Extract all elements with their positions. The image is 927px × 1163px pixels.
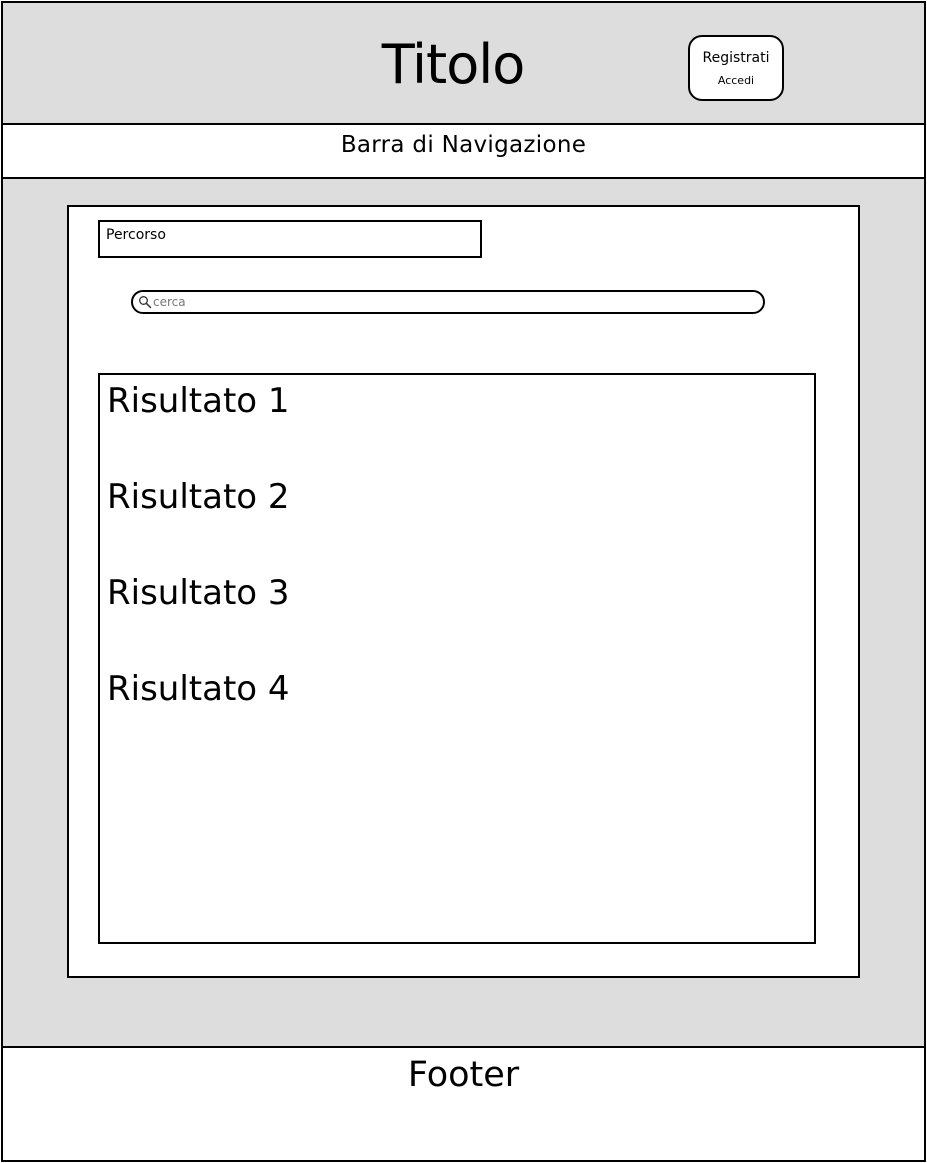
result-item-4[interactable]: Risultato 4 <box>107 669 290 709</box>
result-item-3[interactable]: Risultato 3 <box>107 573 290 613</box>
register-link[interactable]: Registrati <box>690 49 782 67</box>
result-item-2[interactable]: Risultato 2 <box>107 477 290 517</box>
result-item-1[interactable]: Risultato 1 <box>107 381 290 421</box>
search-bar[interactable] <box>131 290 765 314</box>
navigation-bar[interactable]: Barra di Navigazione <box>1 123 926 179</box>
search-input[interactable] <box>153 293 753 311</box>
breadcrumb[interactable]: Percorso <box>98 220 482 258</box>
search-icon <box>139 296 152 309</box>
auth-box: Registrati Accedi <box>688 35 784 101</box>
header: Titolo Registrati Accedi <box>1 1 926 125</box>
breadcrumb-label: Percorso <box>106 227 166 243</box>
footer-label: Footer <box>407 1055 520 1095</box>
login-link[interactable]: Accedi <box>690 74 782 88</box>
results-list: Risultato 1 Risultato 2 Risultato 3 Risu… <box>98 373 816 944</box>
footer: Footer <box>1 1046 926 1162</box>
navigation-bar-label: Barra di Navigazione <box>340 132 587 158</box>
